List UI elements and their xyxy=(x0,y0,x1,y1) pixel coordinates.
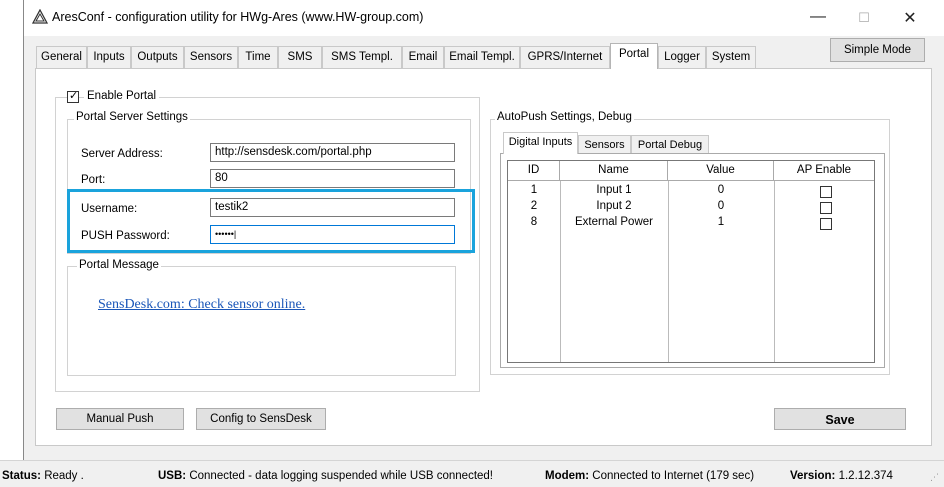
autopush-title: AutoPush Settings, Debug xyxy=(495,111,634,123)
text-cursor: | xyxy=(233,229,237,239)
username-label: Username: xyxy=(81,203,138,215)
username-field[interactable]: testik2 xyxy=(210,198,455,217)
row-id: 8 xyxy=(530,216,538,228)
server-address-label: Server Address: xyxy=(81,148,163,160)
digital-inputs-panel: ID Name Value AP Enable 1 Input 1 0 2 In… xyxy=(500,153,885,368)
status-section: Status: Ready . xyxy=(2,470,84,482)
row-id: 2 xyxy=(530,200,538,212)
manual-push-button[interactable]: Manual Push xyxy=(56,408,184,430)
port-field[interactable]: 80 xyxy=(210,169,455,188)
version-section: Version: 1.2.12.374 xyxy=(790,470,893,482)
version-value: 1.2.12.374 xyxy=(838,470,893,482)
server-settings-title: Portal Server Settings xyxy=(74,111,190,123)
maximize-button[interactable]: ☐ xyxy=(849,10,879,26)
version-label: Version: xyxy=(790,470,836,482)
tab-ap-sensors[interactable]: Sensors xyxy=(578,135,631,154)
save-button[interactable]: Save xyxy=(774,408,906,430)
config-to-sensdesk-button[interactable]: Config to SensDesk xyxy=(196,408,326,430)
tab-sensors[interactable]: Sensors xyxy=(184,46,238,68)
tab-outputs[interactable]: Outputs xyxy=(131,46,184,68)
col-header-name[interactable]: Name xyxy=(560,161,668,181)
status-value: Ready . xyxy=(44,470,84,482)
tab-email[interactable]: Email xyxy=(402,46,444,68)
usb-value: Connected - data logging suspended while… xyxy=(189,470,494,482)
modem-value: Connected to Internet (179 sec) xyxy=(592,470,755,482)
portal-message-group xyxy=(67,266,456,376)
tab-sms[interactable]: SMS xyxy=(278,46,322,68)
resize-grip-icon[interactable]: ⋰ xyxy=(930,472,939,483)
status-bar: Status: Ready . USB: Connected - data lo… xyxy=(0,460,944,487)
row-name: Input 2 xyxy=(596,200,632,212)
modem-section: Modem: Connected to Internet (179 sec) xyxy=(545,470,754,482)
portal-message-title: Portal Message xyxy=(77,259,161,271)
tab-time[interactable]: Time xyxy=(238,46,278,68)
title-bar[interactable]: AresConf - configuration utility for HWg… xyxy=(24,0,944,36)
tab-portal-debug[interactable]: Portal Debug xyxy=(631,135,709,154)
row-value: 0 xyxy=(717,184,725,196)
push-password-label: PUSH Password: xyxy=(81,230,170,242)
tab-gprs-internet[interactable]: GPRS/Internet xyxy=(520,46,610,68)
usb-label: USB: xyxy=(158,470,187,482)
tab-system[interactable]: System xyxy=(706,46,756,68)
row-id: 1 xyxy=(530,184,538,196)
column-divider xyxy=(774,181,775,362)
digital-inputs-table[interactable]: ID Name Value AP Enable 1 Input 1 0 2 In… xyxy=(507,160,875,363)
simple-mode-button[interactable]: Simple Mode xyxy=(830,38,925,62)
password-mask: •••••• xyxy=(215,229,234,239)
ap-enable-checkbox[interactable] xyxy=(820,186,832,198)
tab-email-templ[interactable]: Email Templ. xyxy=(444,46,520,68)
enable-portal-checkbox[interactable]: ✓ xyxy=(67,90,79,103)
tab-sms-templ[interactable]: SMS Templ. xyxy=(322,46,402,68)
tab-digital-inputs[interactable]: Digital Inputs xyxy=(503,132,578,154)
tab-general[interactable]: General xyxy=(36,46,87,68)
server-address-field[interactable]: http://sensdesk.com/portal.php xyxy=(210,143,455,162)
usb-section: USB: Connected - data logging suspended … xyxy=(158,470,493,482)
modem-label: Modem: xyxy=(545,470,590,482)
row-name: Input 1 xyxy=(596,184,632,196)
row-name: External Power xyxy=(575,216,653,228)
sensdesk-link[interactable]: SensDesk.com: Check sensor online. xyxy=(98,297,305,313)
minimize-button[interactable]: — xyxy=(803,8,833,26)
push-password-field[interactable]: ••••••| xyxy=(210,225,455,244)
app-logo-icon xyxy=(32,9,48,24)
port-label: Port: xyxy=(81,174,106,186)
close-button[interactable]: ✕ xyxy=(895,8,925,28)
row-value: 0 xyxy=(717,200,725,212)
tab-portal[interactable]: Portal xyxy=(610,43,658,69)
ap-enable-checkbox[interactable] xyxy=(820,218,832,230)
ap-enable-checkbox[interactable] xyxy=(820,202,832,214)
status-label: Status: xyxy=(2,470,41,482)
row-value: 1 xyxy=(717,216,725,228)
enable-portal-label: Enable Portal xyxy=(84,90,160,102)
col-header-ap-enable[interactable]: AP Enable xyxy=(774,161,874,181)
checkmark-icon: ✓ xyxy=(69,90,79,102)
col-header-value[interactable]: Value xyxy=(668,161,774,181)
col-header-id[interactable]: ID xyxy=(508,161,560,181)
window-title: AresConf - configuration utility for HWg… xyxy=(52,10,424,24)
manual-push-label: Manual Push xyxy=(86,413,154,425)
tab-logger[interactable]: Logger xyxy=(658,46,706,68)
tab-inputs[interactable]: Inputs xyxy=(87,46,131,68)
